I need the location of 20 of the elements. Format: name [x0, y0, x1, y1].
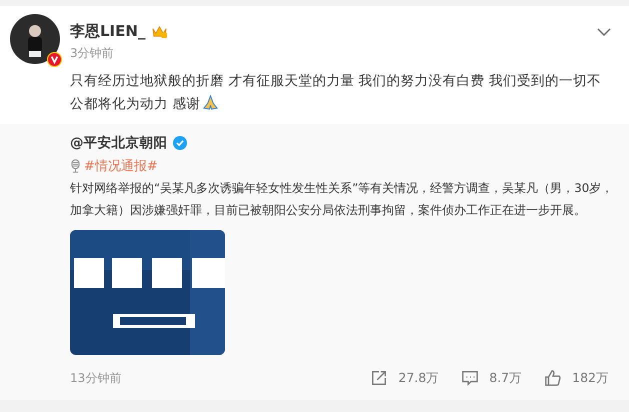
repost-author[interactable]: @平安北京朝阳	[70, 134, 168, 152]
avatar[interactable]	[10, 14, 60, 64]
verified-icon	[47, 52, 62, 67]
share-button[interactable]: 27.8万	[370, 369, 440, 387]
verified-icon	[172, 136, 186, 150]
microphone-icon	[70, 159, 81, 173]
crown-icon	[151, 24, 168, 39]
comment-icon	[461, 369, 480, 387]
share-icon	[370, 369, 388, 387]
repost-text: 针对网络举报的“吴某凡多次诱骗年轻女性发生性关系”等有关情况，经警方调查，吴某凡（男，30岁，加拿大籍）因涉嫌强奸罪，目前已被朝阳公安分局依法刑事拘留，案件侦办工作正在进一步开展。	[70, 180, 614, 219]
post-text: 只有经历过地狱般的折磨 才有征服天堂的力量 我们的努力没有白费 我们受到的一切不	[70, 73, 601, 89]
post-text: 公都将化为动力 感谢	[70, 96, 200, 112]
author-name[interactable]: 李恩LIEN_	[70, 22, 146, 41]
repost-time[interactable]: 13分钟前	[70, 370, 122, 386]
post-time[interactable]: 3分钟前	[70, 45, 168, 62]
thumbs-up-icon	[544, 369, 562, 387]
hashtag-link[interactable]: #情况通报#	[84, 157, 158, 175]
chevron-down-icon[interactable]	[597, 28, 611, 36]
comment-button[interactable]: 8.7万	[461, 369, 522, 387]
like-button[interactable]: 182万	[544, 369, 609, 387]
